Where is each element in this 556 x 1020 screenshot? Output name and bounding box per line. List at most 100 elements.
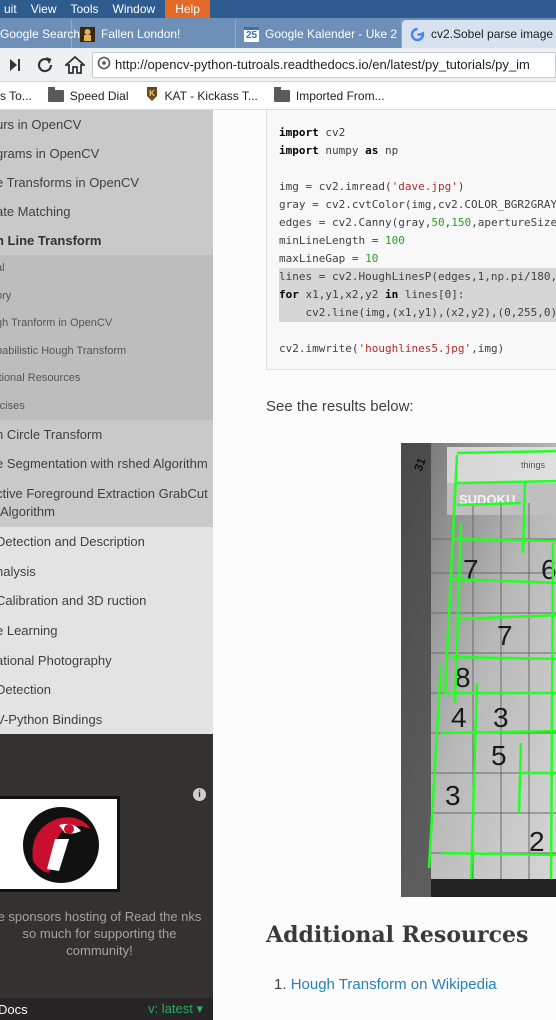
- site-info-icon[interactable]: [93, 56, 115, 73]
- references-list: 1. Hough Transform on Wikipedia: [274, 976, 497, 993]
- address-bar[interactable]: http://opencv-python-tutroals.readthedoc…: [92, 51, 556, 78]
- readthedocs-version-bar[interactable]: Docs v: latest ▾: [0, 998, 213, 1020]
- navigation-bar: http://opencv-python-tutroals.readthedoc…: [0, 48, 556, 82]
- reload-icon[interactable]: [30, 50, 60, 80]
- bookmark-label: s To...: [0, 88, 32, 103]
- sidebar-item[interactable]: nalysis: [0, 556, 213, 586]
- sidebar-item-label: itional Resources: [0, 372, 81, 384]
- code-line: gray = cv2.cvtColor(img,cv2.COLOR_BGR2GR…: [279, 196, 556, 214]
- sidebar-item[interactable]: Detection and Description: [0, 527, 213, 557]
- code-token: maxLineGap =: [279, 252, 366, 265]
- menu-help[interactable]: Help: [165, 0, 210, 18]
- google-icon: [410, 27, 425, 42]
- code-token: lines = cv2.HoughLinesP(edges,1,np.pi/18…: [279, 270, 556, 283]
- sudoku-digit: 5: [491, 740, 507, 771]
- menu-window[interactable]: Window: [109, 2, 166, 16]
- sidebar-item-label: ational Photography: [0, 652, 112, 668]
- sidebar-item[interactable]: rcises: [0, 392, 213, 420]
- code-token: 10: [365, 252, 379, 265]
- folder-icon: [47, 86, 64, 102]
- code-token: for: [279, 288, 299, 301]
- sidebar-item[interactable]: urs in OpenCV: [0, 110, 213, 139]
- sidebar-item-label: nalysis: [0, 563, 36, 579]
- code-token: img = cv2.imread(: [279, 180, 392, 193]
- code-token: 50: [431, 216, 445, 229]
- home-icon[interactable]: [60, 50, 90, 80]
- code-token: 150: [451, 216, 472, 229]
- sidebar-item[interactable]: Calibration and 3D ruction: [0, 586, 213, 616]
- code-token: cv2.line(img,(x1,y1),(x2,y2),(0,255,0): [279, 306, 556, 319]
- info-icon[interactable]: i: [193, 788, 206, 801]
- tab-label: Fallen London!: [101, 27, 181, 41]
- sidebar-item-label: ctive Foreground Extraction GrabCut Algo…: [0, 486, 208, 519]
- sidebar-item[interactable]: ate Matching: [0, 197, 213, 226]
- sidebar-item-label: e Segmentation with rshed Algorithm: [0, 456, 208, 471]
- bookmark-folder-1[interactable]: s To...: [0, 89, 40, 103]
- menu-view[interactable]: View: [27, 2, 67, 16]
- code-token: 'dave.jpg': [391, 180, 458, 193]
- sidebar-item[interactable]: V-Python Bindings: [0, 704, 213, 734]
- code-token: edges = cv2.Canny(gray,: [279, 216, 432, 229]
- bookmark-imported[interactable]: Imported From...: [266, 86, 393, 103]
- code-token: ): [457, 180, 465, 193]
- bookmark-kat[interactable]: K KAT - Kickass T...: [137, 86, 266, 105]
- forward-icon[interactable]: [0, 50, 30, 80]
- sidebar-item-label: gh Tranform in OpenCV: [0, 317, 113, 329]
- bookmark-label: KAT - Kickass T...: [164, 88, 258, 103]
- sidebar-item[interactable]: babilistic Hough Transform: [0, 337, 213, 365]
- sidebar-item-label: grams in OpenCV: [0, 146, 100, 161]
- code-token: 'houghlines5.jpg': [358, 342, 472, 355]
- code-token: in: [384, 288, 399, 301]
- code-token: 100: [384, 234, 405, 247]
- main-content: import cv2 import numpy as np img = cv2.im…: [213, 110, 556, 1020]
- sidebar-item-label: n Circle Transform: [0, 427, 103, 442]
- sidebar-item[interactable]: al: [0, 255, 213, 283]
- sponsor-logo[interactable]: [0, 796, 120, 892]
- version-selector[interactable]: v: latest ▾: [148, 1001, 203, 1017]
- tab-google-calendar[interactable]: 25 Google Kalender - Uke 2: [236, 20, 402, 48]
- code-line: for x1,y1,x2,y2 in lines[0]:: [279, 286, 556, 304]
- bookmark-speed-dial[interactable]: Speed Dial: [40, 86, 137, 103]
- bookmark-label: Speed Dial: [69, 88, 129, 103]
- sidebar-item[interactable]: ctive Foreground Extraction GrabCut Algo…: [0, 479, 213, 527]
- folder-icon: [273, 86, 290, 102]
- sidebar-item[interactable]: itional Resources: [0, 365, 213, 393]
- sidebar-item[interactable]: n Circle Transform: [0, 420, 213, 449]
- sidebar-item-label: ate Matching: [0, 204, 71, 219]
- sidebar-item-label: rcises: [0, 399, 25, 412]
- sidebar-item[interactable]: gh Tranform in OpenCV: [0, 310, 213, 338]
- sidebar-item-label: babilistic Hough Transform: [0, 344, 127, 357]
- sidebar-item-label: Calibration and 3D ruction: [0, 593, 147, 608]
- code-line: minLineLength = 100: [279, 232, 556, 250]
- sidebar-item-label: ory: [0, 289, 12, 302]
- sidebar-item[interactable]: grams in OpenCV: [0, 139, 213, 168]
- tab-label: Google Kalender - Uke 2: [265, 27, 398, 41]
- code-token: import: [279, 144, 319, 157]
- menu-tools[interactable]: Tools: [66, 2, 108, 16]
- sidebar-item[interactable]: ory: [0, 282, 213, 310]
- sidebar-item[interactable]: e Transforms in OpenCV: [0, 168, 213, 197]
- sudoku-digit: 3: [493, 702, 509, 733]
- tab-cv2-sobel[interactable]: cv2.Sobel parse image: [402, 20, 556, 48]
- section-heading: Additional Resources: [266, 922, 529, 948]
- sidebar-item[interactable]: h Line Transform: [0, 226, 213, 255]
- tab-fallen-london[interactable]: Fallen London!: [72, 20, 236, 48]
- code-token: lines[0]:: [398, 288, 465, 301]
- results-paragraph: See the results below:: [266, 398, 414, 415]
- code-line: edges = cv2.Canny(gray,50,150,apertureSi…: [279, 214, 556, 232]
- menu-file[interactable]: uit: [0, 2, 27, 16]
- sidebar-item[interactable]: e Segmentation with rshed Algorithm: [0, 449, 213, 479]
- tab-label: cv2.Sobel parse image: [431, 27, 554, 41]
- sidebar-item[interactable]: ational Photography: [0, 645, 213, 675]
- tab-google-search[interactable]: Google Search: [0, 20, 80, 48]
- toc-navigation: urs in OpenCV grams in OpenCV e Transforms…: [0, 110, 213, 734]
- code-token: x1,y1,x2,y2: [298, 288, 385, 301]
- docs-sidebar: urs in OpenCV grams in OpenCV e Transforms…: [0, 110, 213, 1020]
- sidebar-item-label: al: [0, 262, 5, 274]
- code-line: import numpy as np: [279, 142, 556, 160]
- sidebar-item-label: V-Python Bindings: [0, 711, 103, 727]
- sidebar-item[interactable]: e Learning: [0, 616, 213, 646]
- hough-transform-wikipedia-link[interactable]: Hough Transform on Wikipedia: [291, 976, 497, 993]
- sidebar-item[interactable]: Detection: [0, 675, 213, 705]
